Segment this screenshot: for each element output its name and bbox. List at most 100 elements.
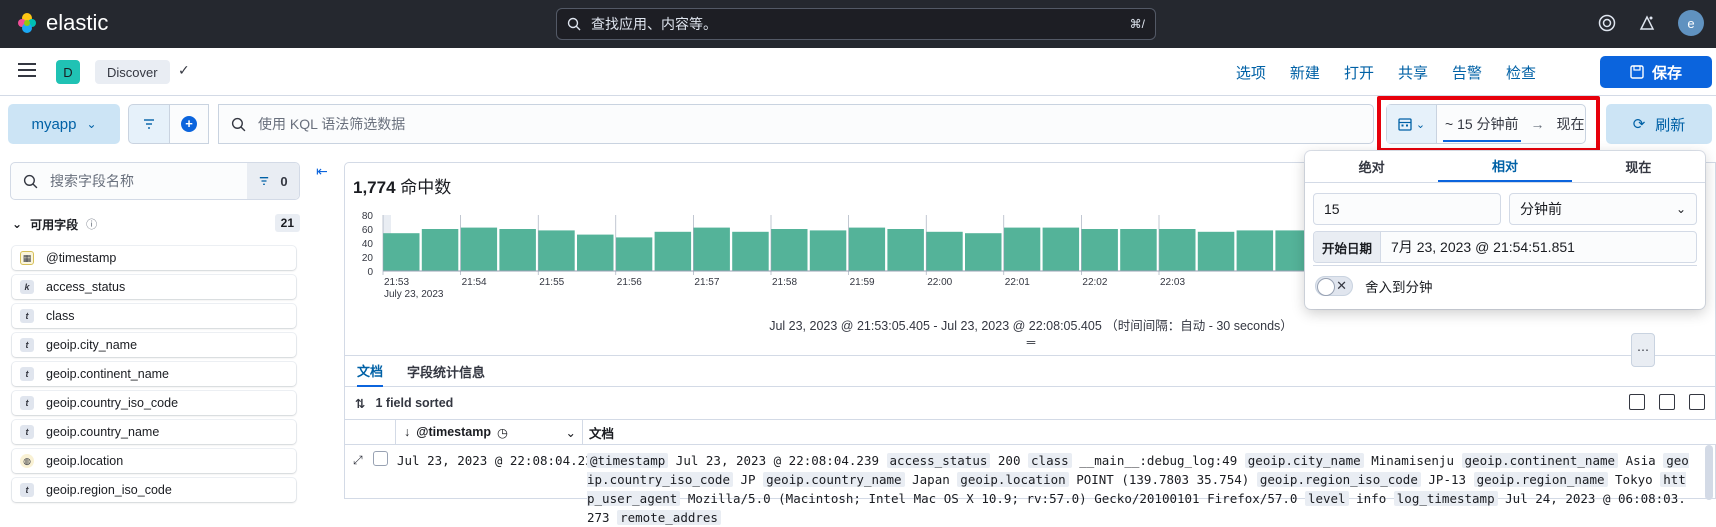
histogram-bar[interactable]	[887, 229, 924, 271]
histogram-bar[interactable]	[654, 231, 692, 271]
histogram-bar[interactable]	[383, 233, 420, 271]
field-item[interactable]: t class	[12, 304, 296, 328]
histogram-bar[interactable]	[499, 229, 536, 271]
nav-new[interactable]: 新建	[1278, 62, 1332, 83]
news-feed-icon[interactable]	[1638, 14, 1656, 32]
histogram-bar[interactable]	[1236, 230, 1274, 271]
doc-field-key: geoip.city_name	[1244, 453, 1364, 468]
histogram-bar[interactable]	[460, 227, 498, 271]
field-search-placeholder: 搜索字段名称	[50, 173, 134, 189]
histogram-bar[interactable]	[577, 234, 614, 271]
tab-relative[interactable]: 相对	[1438, 151, 1572, 182]
field-type-filter-button[interactable]: 0	[247, 163, 299, 199]
histogram-bar[interactable]	[926, 231, 963, 271]
column-header-document[interactable]: 文档	[589, 420, 614, 444]
field-type-text-icon: t	[20, 338, 34, 352]
histogram-bar[interactable]	[693, 227, 730, 271]
round-to-minute-label: 舍入到分钟	[1365, 279, 1433, 295]
space-avatar[interactable]: D	[56, 60, 80, 84]
field-item[interactable]: t geoip.continent_name	[12, 362, 296, 386]
field-item[interactable]: t geoip.country_name	[12, 420, 296, 444]
doc-field-key: geoip.country_name	[763, 472, 905, 487]
field-type-keyword-icon: k	[20, 280, 34, 294]
histogram-bar[interactable]	[809, 230, 847, 271]
field-item[interactable]: t geoip.city_name	[12, 333, 296, 357]
field-item[interactable]: ◍ geoip.location	[12, 449, 296, 473]
data-view-picker[interactable]: myapp ⌄	[8, 104, 120, 144]
keyboard-shortcuts-icon[interactable]	[1629, 394, 1645, 410]
nav-inspect[interactable]: 检查	[1494, 62, 1548, 83]
menu-toggle-icon[interactable]	[18, 63, 36, 81]
global-search-placeholder: 查找应用、内容等。	[591, 16, 717, 32]
histogram-bar[interactable]	[615, 237, 653, 271]
relative-amount-input[interactable]: 15	[1313, 193, 1501, 225]
collapse-sidebar-icon[interactable]: ⇤	[316, 163, 328, 180]
field-name: geoip.country_iso_code	[46, 396, 179, 410]
field-item[interactable]: ▦ @timestamp	[12, 246, 296, 270]
histogram-bar[interactable]	[965, 233, 1002, 271]
histogram-bar[interactable]	[771, 229, 808, 271]
sort-control[interactable]: ⇅ 1 field sorted	[345, 387, 1716, 419]
user-avatar[interactable]: e	[1678, 10, 1704, 36]
field-item[interactable]: k access_status	[12, 275, 296, 299]
start-date-field[interactable]: 开始日期 7月 23, 2023 @ 21:54:51.851	[1313, 231, 1697, 263]
hits-count: 1,774	[353, 178, 396, 197]
resize-handle-icon[interactable]: ═	[345, 335, 1716, 349]
tab-now[interactable]: 现在	[1572, 151, 1705, 182]
kql-query-input[interactable]: 使用 KQL 语法筛选数据	[218, 104, 1374, 144]
filter-menu-button[interactable]	[128, 104, 170, 144]
field-type-text-icon: t	[20, 367, 34, 381]
histogram-bar[interactable]	[1159, 229, 1196, 271]
histogram-bar[interactable]	[1003, 227, 1041, 271]
histogram-bar[interactable]	[1197, 231, 1235, 271]
row-select-checkbox[interactable]	[373, 451, 388, 466]
histogram-chart[interactable]: 0 20 40 60 80 21:53 21:54 21:55 21:56 21:57 21:58 2…	[349, 207, 1349, 317]
add-filter-button[interactable]: +	[169, 104, 209, 144]
tab-absolute[interactable]: 绝对	[1305, 151, 1438, 182]
histogram-bar[interactable]	[848, 227, 886, 271]
kql-placeholder: 使用 KQL 语法筛选数据	[258, 116, 406, 132]
tab-field-statistics[interactable]: 字段统计信息	[407, 356, 485, 387]
expand-row-icon[interactable]: ⤢	[353, 453, 363, 468]
round-to-minute-toggle[interactable]: ✕	[1315, 275, 1353, 296]
available-fields-label: 可用字段	[30, 217, 79, 232]
hits-counter: 1,774 命中数	[353, 173, 451, 198]
histogram-bar[interactable]	[732, 231, 769, 271]
global-search-input[interactable]: 查找应用、内容等。 ⌘/	[556, 8, 1156, 40]
save-button[interactable]: 保存	[1600, 56, 1712, 88]
histogram-bar[interactable]	[421, 229, 459, 271]
help-icon[interactable]	[1598, 14, 1616, 32]
field-item[interactable]: t geoip.region_iso_code	[12, 478, 296, 502]
histogram-bar[interactable]	[1120, 229, 1157, 271]
info-icon: ⓘ	[86, 219, 98, 231]
field-item[interactable]: t geoip.country_iso_code	[12, 391, 296, 415]
doc-field-key: geoip.continent_name	[1461, 453, 1619, 468]
chart-options-button[interactable]: ⋯	[1631, 333, 1655, 367]
doc-field-value: Minamisenju	[1371, 453, 1454, 468]
nav-options[interactable]: 选项	[1224, 62, 1278, 83]
elastic-logo[interactable]: elastic	[16, 10, 108, 36]
search-icon	[231, 117, 246, 131]
close-icon: ✕	[1336, 277, 1347, 293]
fullscreen-icon[interactable]	[1689, 394, 1705, 410]
tab-documents[interactable]: 文档	[357, 356, 384, 387]
relative-unit-select[interactable]: 分钟前 ⌄	[1509, 193, 1697, 225]
nav-alerts[interactable]: 告警	[1440, 62, 1494, 83]
x-tick-label: 21:55	[539, 277, 564, 288]
breadcrumb-discover[interactable]: Discover	[95, 60, 170, 84]
column-header-timestamp[interactable]: ↓ @timestamp ◷ ⌄	[395, 420, 583, 444]
display-options-icon[interactable]	[1659, 394, 1675, 410]
field-type-geo-icon: ◍	[20, 454, 34, 468]
table-row[interactable]: ⤢ Jul 23, 2023 @ 22:08:04.239 @timestamp…	[345, 445, 1705, 525]
histogram-bar[interactable]	[1042, 227, 1080, 271]
field-search-input[interactable]: 搜索字段名称 0	[10, 162, 300, 200]
search-icon	[23, 174, 38, 188]
histogram-bar[interactable]	[538, 230, 575, 271]
available-fields-header[interactable]: ⌄ 可用字段 ⓘ 21	[12, 212, 300, 236]
doc-field-key: geoip.region_name	[1473, 472, 1608, 487]
nav-share[interactable]: 共享	[1386, 62, 1440, 83]
nav-open[interactable]: 打开	[1332, 62, 1386, 83]
grid-scrollbar[interactable]	[1705, 445, 1713, 500]
refresh-button[interactable]: ⟳ 刷新	[1606, 104, 1712, 144]
histogram-bar[interactable]	[1081, 229, 1118, 271]
